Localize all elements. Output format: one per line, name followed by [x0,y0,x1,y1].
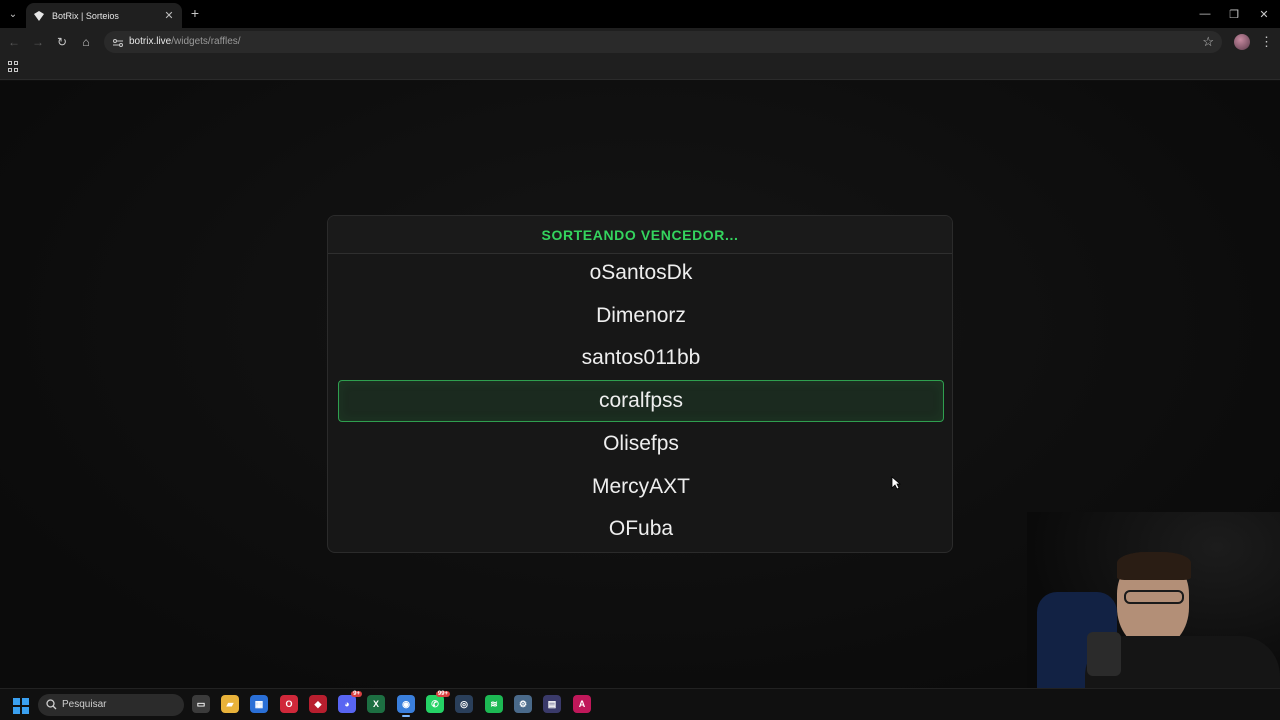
mug [1087,632,1121,676]
file-explorer-glyph: ▰ [226,698,234,709]
close-window-button[interactable]: ✕ [1249,0,1279,28]
settings-icon[interactable]: ⚙ [514,695,532,713]
back-button[interactable]: ← [6,34,22,50]
steam-glyph: ◎ [460,698,468,709]
whatsapp-glyph: ✆ [431,698,439,709]
webcam-overlay [1027,512,1280,688]
spotify-glyph: ≋ [490,698,498,709]
discord-icon[interactable]: ◕ 9+ [338,691,362,713]
raffle-entry: MercyAXT [591,474,690,498]
page-viewport: SORTEANDO VENCEDOR... oSantosDk Dimenorz s… [0,81,1280,688]
voice-app-glyph: ▤ [547,698,557,709]
whatsapp-icon[interactable]: ✆ 99+ [426,691,450,713]
notification-badge: 9+ [351,691,362,697]
raffle-entry: Olisefps [603,431,679,455]
raffle-status-text: SORTEANDO VENCEDOR... [541,226,739,243]
url-path: /widgets/raffles/ [171,36,241,47]
store-icon[interactable]: ▦ [250,695,268,713]
tab-strip: ⌄ BotRix | Sorteios ✕ + — ❐ ✕ [0,0,1280,28]
browser-tab[interactable]: BotRix | Sorteios ✕ [26,3,182,28]
tab-list-button[interactable]: ⌄ [0,0,26,28]
windows-taskbar: Pesquisar ▭ ▰ ▦ O ◆ ◕ 9+ X ◉ ✆ 99+ ◎ ≋ ⚙ ▤ A [0,688,1280,720]
home-button[interactable]: ⌂ [78,34,94,50]
notification-badge: 99+ [435,691,450,697]
settings-glyph: ⚙ [518,698,528,709]
windows-start-icon[interactable] [13,698,29,714]
search-placeholder: Pesquisar [62,699,107,710]
spotify-icon[interactable]: ≋ [485,695,503,713]
mouse-cursor-icon [891,476,901,490]
steam-icon[interactable]: ◎ [455,695,473,713]
raffle-entry: OFuba [608,517,674,541]
close-tab-icon[interactable]: ✕ [162,9,176,22]
raffle-entry: Dimenorz [596,303,686,327]
red-app-icon[interactable]: ◆ [309,695,327,713]
excel-icon[interactable]: X [367,695,385,713]
tab-title: BotRix | Sorteios [52,10,119,21]
restore-button[interactable]: ❐ [1219,0,1249,28]
discord-glyph: ◕ [344,699,350,709]
excel-glyph: X [372,699,379,709]
apps-grid-icon[interactable] [8,61,20,73]
address-bar[interactable]: botrix.live/widgets/raffles/ ☆ [104,31,1222,53]
voice-app-icon[interactable]: ▤ [543,695,561,713]
opera-glyph: O [285,699,293,709]
raffle-entry: oSantosDk [589,261,693,284]
site-info-icon[interactable] [112,36,124,48]
red-app-glyph: ◆ [314,698,322,709]
taskbar-search[interactable]: Pesquisar [38,694,184,716]
task-view-glyph: ▭ [196,698,206,709]
chrome-glyph: ◉ [402,698,410,709]
profile-avatar[interactable] [1234,34,1250,50]
store-glyph: ▦ [254,698,264,709]
font-app-glyph: A [578,699,586,709]
browser-toolbar: ← → ↻ ⌂ botrix.live/widgets/raffles/ ☆ ⋮ [0,28,1280,56]
raffle-entry: santos011bb [581,346,701,370]
browser-menu-icon[interactable]: ⋮ [1260,33,1273,51]
opera-icon[interactable]: O [280,695,298,713]
url-text: botrix.live/widgets/raffles/ [129,36,241,47]
chrome-icon[interactable]: ◉ [397,695,415,717]
font-app-icon[interactable]: A [573,695,591,713]
botrix-favicon-icon [32,9,46,23]
minimize-button[interactable]: — [1190,0,1220,28]
new-tab-button[interactable]: + [188,6,202,20]
bookmark-star-icon[interactable]: ☆ [1202,34,1214,50]
raffle-header: SORTEANDO VENCEDOR... [328,216,952,254]
search-icon [46,699,57,710]
raffle-widget: SORTEANDO VENCEDOR... oSantosDk Dimenorz s… [327,215,953,553]
reload-button[interactable]: ↻ [54,34,70,50]
bookmarks-bar [0,56,1280,80]
forward-button[interactable]: → [30,34,46,50]
task-view-icon[interactable]: ▭ [192,695,210,713]
url-host: botrix.live [129,36,172,47]
file-explorer-icon[interactable]: ▰ [221,695,239,713]
raffle-entry-selected: coralfpss [338,380,944,423]
